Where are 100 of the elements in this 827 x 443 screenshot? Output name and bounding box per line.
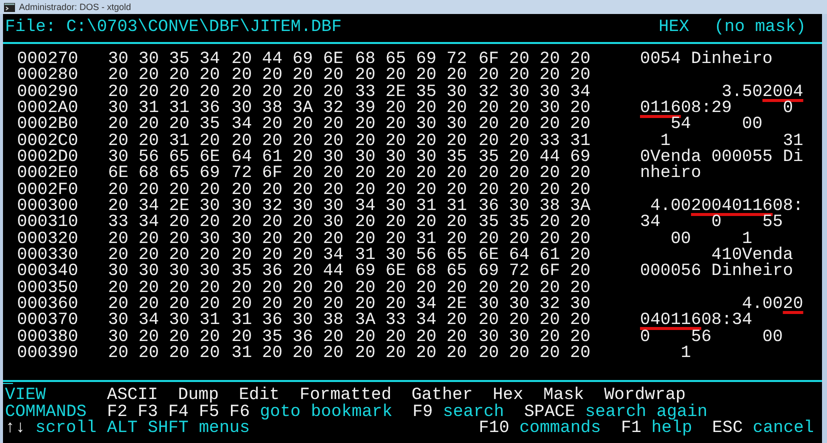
hex-byte: 20 [323, 330, 344, 346]
hex-byte: 38 [262, 100, 284, 118]
hex-byte: 30 [509, 330, 530, 346]
offset-label: 000320 [17, 232, 80, 248]
hex-byte: 30 [323, 150, 344, 166]
hex-byte: 36 [478, 198, 500, 216]
hex-byte: 65 [169, 150, 190, 166]
hex-byte: 38 [540, 198, 561, 216]
hex-byte: 20 [540, 117, 561, 134]
hex-byte: 35 [478, 150, 500, 166]
hex-byte: 20 [570, 232, 592, 248]
hex-byte: 34 [355, 198, 376, 216]
hex-byte: 20 [292, 346, 314, 362]
hex-byte: 64 [232, 150, 253, 166]
hex-byte: 20 [292, 232, 314, 248]
hex-byte: 20 [386, 215, 407, 232]
hex-byte: 20 [292, 264, 314, 281]
hex-byte: 69 [292, 52, 314, 68]
hex-byte: 30 [200, 198, 221, 216]
hex-byte: 20 [138, 330, 160, 346]
hex-byte: 20 [323, 232, 344, 248]
hex-byte: 20 [416, 330, 438, 346]
hex-byte: 31 [138, 100, 160, 118]
hex-byte: 20 [232, 296, 253, 314]
hex-byte: 20 [570, 330, 592, 346]
hex-byte: 20 [169, 182, 190, 199]
view-mode: HEX [658, 17, 690, 40]
hex-byte: 20 [292, 280, 314, 297]
hex-byte: 65 [446, 248, 468, 264]
ascii-text: 00 1 [670, 232, 752, 248]
key-hint: ↑↓ [5, 418, 26, 440]
hex-byte: 20 [108, 346, 130, 362]
hex-byte: 34 [323, 248, 344, 264]
hex-byte: 20 [262, 232, 284, 248]
hex-byte: 64 [509, 248, 530, 264]
offset-label: 000340 [17, 264, 80, 281]
hex-byte: 20 [323, 84, 344, 101]
hex-byte: 6F [262, 166, 284, 183]
hex-byte: 20 [570, 166, 592, 183]
hex-byte: 20 [262, 296, 284, 314]
hex-byte: 20 [416, 100, 438, 118]
ascii-text: 0 56 00 [640, 330, 783, 346]
hex-byte: 35 [232, 264, 253, 281]
hex-byte: 20 [570, 346, 592, 362]
hex-byte: 31 [169, 100, 190, 118]
offset-label: 000310 [17, 215, 80, 232]
hex-byte: 31 [200, 313, 221, 330]
hex-byte: 31 [232, 346, 253, 362]
hex-byte: 20 [509, 52, 530, 68]
offset-label: 000330 [17, 248, 80, 264]
hex-byte: 69 [355, 264, 376, 281]
hex-byte: 20 [446, 215, 468, 232]
hex-byte: 35 [416, 84, 438, 101]
hex-byte: 36 [292, 330, 314, 346]
hex-byte: 20 [355, 166, 376, 183]
hex-byte: 31 [355, 248, 376, 264]
offset-label: 000350 [17, 280, 80, 297]
hex-byte: 20 [169, 280, 190, 297]
hex-byte: 20 [478, 134, 500, 150]
hex-byte: 20 [138, 296, 160, 314]
hex-byte: 20 [355, 68, 376, 85]
hex-byte: 20 [355, 280, 376, 297]
command-label: VIEW [5, 385, 46, 405]
command-label: scroll [35, 418, 97, 440]
ascii-text: 0116 [640, 100, 681, 118]
mask-status: (no mask) [714, 17, 806, 40]
hex-byte: 30 [292, 313, 314, 330]
hex-byte: 30 [108, 264, 130, 281]
hex-byte: 20 [570, 280, 592, 297]
hex-byte: 65 [169, 166, 190, 183]
hex-byte: 20 [323, 182, 344, 199]
hex-byte: 20 [323, 296, 344, 314]
hex-byte: 30 [200, 264, 221, 281]
hex-byte: 20 [509, 117, 530, 134]
hex-byte: 30 [540, 84, 561, 101]
hex-byte: 20 [509, 68, 530, 85]
hex-byte: 20 [232, 52, 253, 68]
hex-byte: 20 [570, 313, 592, 330]
ascii-text: nheiro [640, 166, 702, 183]
hex-byte: 30 [323, 215, 344, 232]
hex-byte: 20 [108, 182, 130, 199]
hex-byte: 30 [509, 198, 530, 216]
ascii-text: 4.00 [742, 296, 783, 314]
hex-byte: 20 [540, 232, 561, 248]
offset-label: 000270 [17, 52, 80, 68]
command-label: cancel [752, 418, 814, 440]
hex-byte: 20 [416, 134, 438, 150]
hex-byte: 31 [570, 134, 592, 150]
hex-byte: 20 [540, 313, 561, 330]
hex-byte: 69 [200, 166, 221, 183]
hex-byte: 31 [169, 134, 190, 150]
hex-byte: 30 [108, 330, 130, 346]
hex-byte: 61 [540, 248, 561, 264]
hex-byte: 36 [262, 264, 284, 281]
hex-byte: 20 [386, 280, 407, 297]
hex-byte: 20 [262, 215, 284, 232]
hex-byte: 30 [386, 198, 407, 216]
hex-byte: 39 [355, 100, 376, 118]
hex-byte: 20 [446, 100, 468, 118]
hex-byte: 20 [200, 215, 221, 232]
